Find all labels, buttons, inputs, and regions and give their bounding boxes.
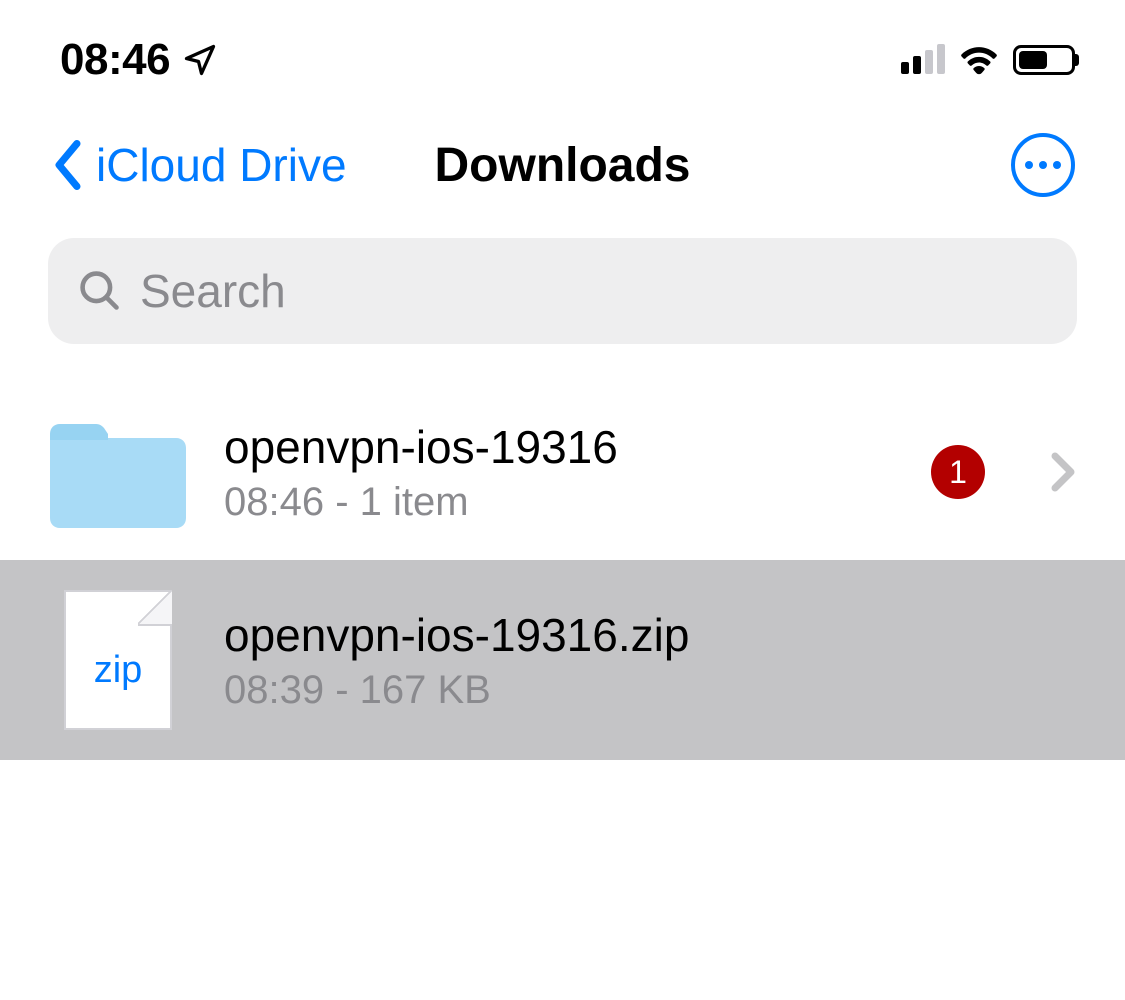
file-list: openvpn-ios-19316 08:46 - 1 item 1 zip o… (0, 384, 1125, 760)
back-button[interactable]: iCloud Drive (50, 138, 347, 192)
nav-bar: iCloud Drive Downloads (0, 110, 1125, 220)
list-item[interactable]: openvpn-ios-19316 08:46 - 1 item 1 (0, 384, 1125, 560)
cellular-signal-icon (901, 46, 945, 74)
folder-icon (48, 414, 188, 530)
status-left: 08:46 (60, 35, 218, 85)
file-info: openvpn-ios-19316 08:46 - 1 item (224, 420, 895, 525)
status-bar: 08:46 (0, 0, 1125, 110)
more-button[interactable] (1011, 133, 1075, 197)
chevron-right-icon (1051, 452, 1075, 492)
zip-file-icon: zip (48, 590, 188, 730)
search-input[interactable] (140, 264, 1047, 318)
wifi-icon (959, 45, 999, 75)
list-item[interactable]: zip openvpn-ios-19316.zip 08:39 - 167 KB (0, 560, 1125, 760)
status-right (901, 45, 1075, 75)
file-meta: 08:39 - 167 KB (224, 668, 1075, 713)
search-container (0, 220, 1125, 384)
chevron-left-icon (50, 140, 86, 190)
page-title: Downloads (434, 138, 690, 193)
status-time: 08:46 (60, 35, 170, 85)
search-icon (78, 269, 122, 313)
zip-label: zip (94, 649, 143, 692)
file-meta: 08:46 - 1 item (224, 480, 895, 525)
battery-icon (1013, 45, 1075, 75)
ellipsis-icon (1025, 161, 1061, 169)
location-icon (182, 42, 218, 78)
status-badge: 1 (931, 445, 985, 499)
file-info: openvpn-ios-19316.zip 08:39 - 167 KB (224, 608, 1075, 713)
search-field[interactable] (48, 238, 1077, 344)
file-name: openvpn-ios-19316.zip (224, 608, 1075, 662)
back-label: iCloud Drive (96, 138, 347, 192)
file-name: openvpn-ios-19316 (224, 420, 895, 474)
